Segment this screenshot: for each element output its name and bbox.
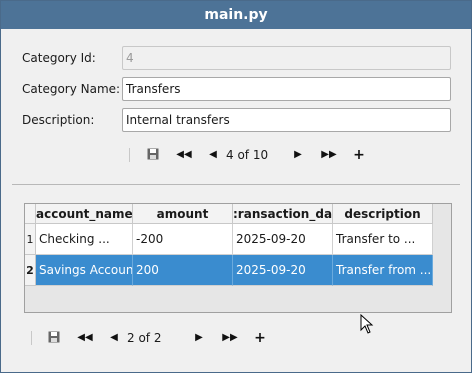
table-cell[interactable]: Transfer to ... [333,224,433,255]
record-position: 4 of 10 [226,148,269,162]
category-name-label: Category Name: [22,82,121,96]
column-header-transaction-date[interactable]: :ransaction_date [233,204,333,224]
table-cell[interactable]: 2025-09-20 [233,255,333,286]
record-position: 2 of 2 [127,331,162,345]
row-header[interactable]: 1 [25,224,36,255]
form-navigator: ◀◀ ◀ 4 of 10 ▶ ▶▶ + [129,145,369,165]
category-id-field: 4 [122,46,451,70]
next-record-icon[interactable]: ▶ [292,145,304,165]
last-record-icon[interactable]: ▶▶ [318,145,340,165]
table-cell[interactable]: 2025-09-20 [233,224,333,255]
first-record-icon[interactable]: ◀◀ [173,145,195,165]
save-icon[interactable] [147,148,159,160]
window-title: main.py [1,1,471,29]
column-header-amount[interactable]: amount [133,204,233,224]
category-name-field[interactable]: Transfers [122,77,451,101]
previous-record-icon[interactable]: ◀ [108,328,120,348]
navigator-separator [31,331,32,345]
add-record-icon[interactable]: + [353,145,365,165]
table-cell[interactable]: Checking ... [36,224,133,255]
description-label: Description: [22,113,95,127]
column-header-account-name[interactable]: account_name [36,204,133,224]
previous-record-icon[interactable]: ◀ [207,145,219,165]
table-cell[interactable]: Savings Account [36,255,133,286]
table-navigator: ◀◀ ◀ 2 of 2 ▶ ▶▶ + [31,328,271,348]
last-record-icon[interactable]: ▶▶ [219,328,241,348]
first-record-icon[interactable]: ◀◀ [74,328,96,348]
navigator-separator [129,148,130,162]
table-cell[interactable]: 200 [133,255,233,286]
section-divider [12,184,460,185]
save-icon[interactable] [48,331,60,343]
transactions-table[interactable]: account_name amount :ransaction_date des… [24,203,452,313]
column-header-description[interactable]: description [333,204,433,224]
next-record-icon[interactable]: ▶ [193,328,205,348]
table-corner [25,204,36,224]
table-cell[interactable]: -200 [133,224,233,255]
add-record-icon[interactable]: + [254,328,266,348]
row-header[interactable]: 2 [25,255,36,286]
mouse-cursor-icon [360,314,374,334]
description-field[interactable]: Internal transfers [122,108,451,132]
table-cell[interactable]: Transfer from ... [333,255,433,286]
category-id-label: Category Id: [22,51,96,65]
main-window: main.py Category Id: 4 Category Name: Tr… [0,0,472,373]
